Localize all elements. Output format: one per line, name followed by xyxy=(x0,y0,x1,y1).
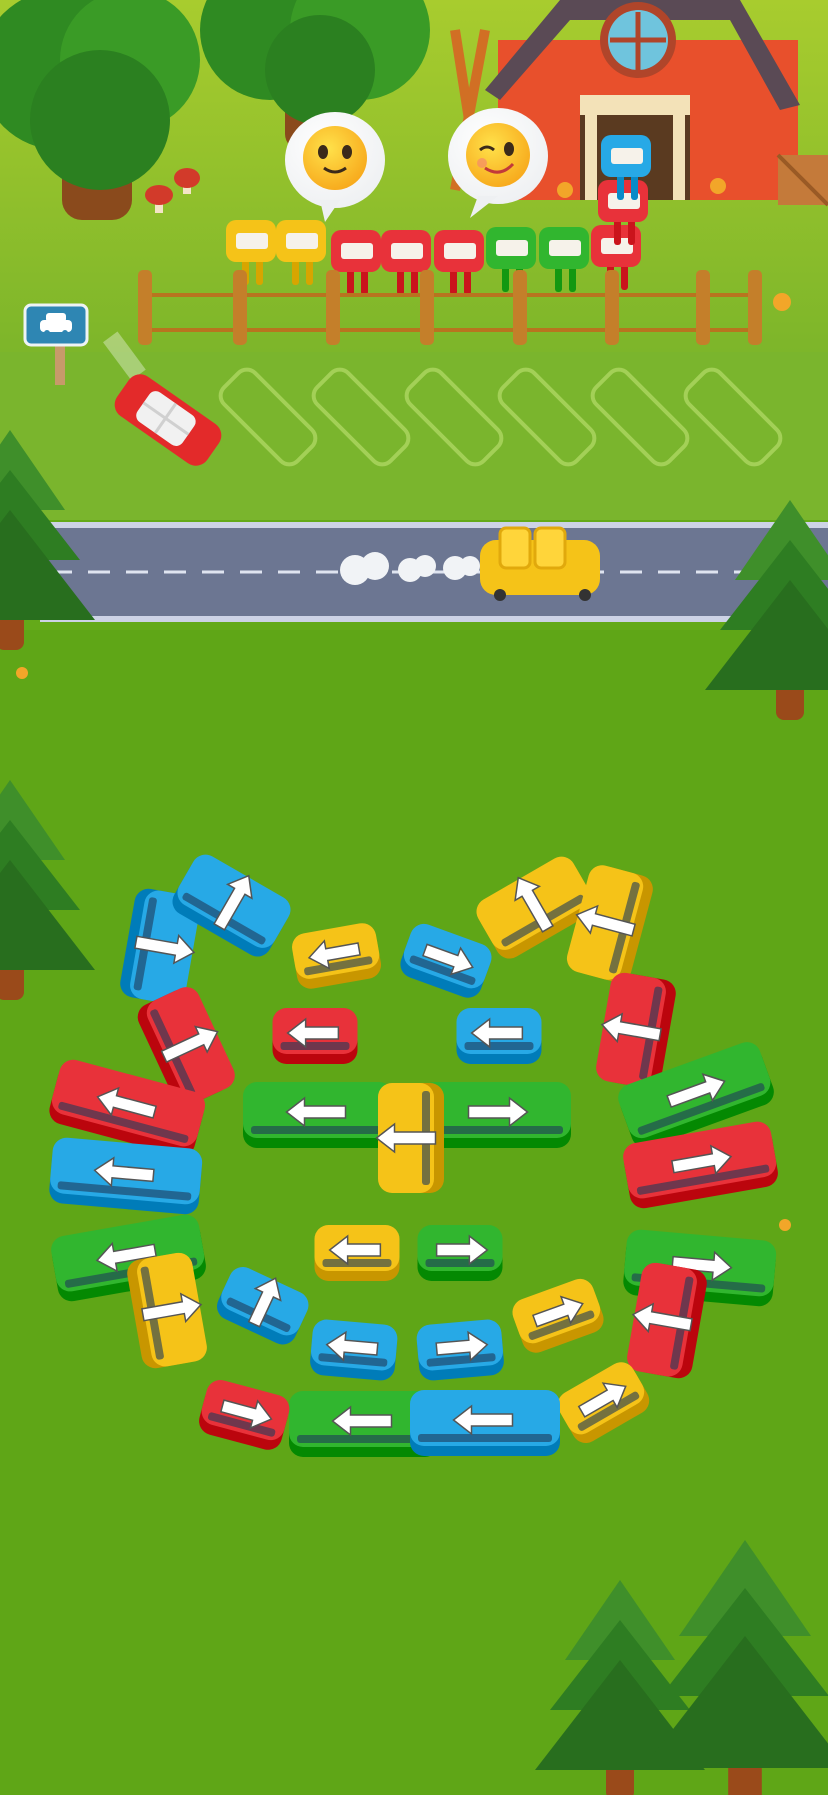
blue-car-arrow-left[interactable] xyxy=(309,1318,399,1381)
yellow-car-arrow-left[interactable] xyxy=(314,1225,400,1281)
red-car-arrow-left[interactable] xyxy=(272,1008,358,1064)
game-scene xyxy=(0,0,828,1795)
green-car-arrow-right[interactable] xyxy=(417,1225,503,1281)
blue-car-arrow-left[interactable] xyxy=(456,1008,542,1064)
yellow-van-arrow-up[interactable] xyxy=(375,1083,445,1193)
blue-bus-arrow-left[interactable] xyxy=(48,1137,203,1216)
blue-bus-arrow-left[interactable] xyxy=(410,1390,560,1456)
green-bus-arrow-left[interactable] xyxy=(243,1082,393,1148)
parking-lot-grass xyxy=(0,352,828,522)
blue-car-arrow-right[interactable] xyxy=(415,1318,505,1381)
